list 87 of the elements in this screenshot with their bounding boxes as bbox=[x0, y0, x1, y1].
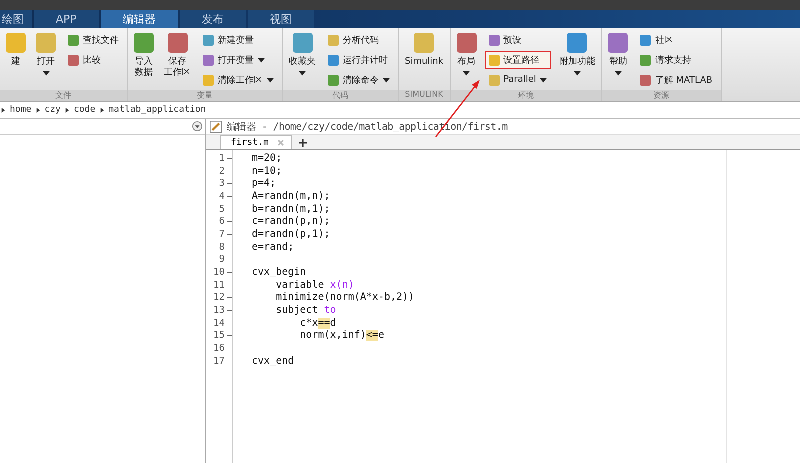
breadcrumb-item[interactable]: matlab_application bbox=[108, 105, 206, 115]
ribbon-button[interactable]: 打开 bbox=[34, 31, 58, 78]
caret-icon bbox=[614, 71, 622, 76]
caret-icon bbox=[540, 78, 548, 82]
code-line: d=randn(p,1); bbox=[252, 228, 330, 240]
code-line: m=20; bbox=[252, 152, 282, 164]
ribbon-tab[interactable]: 视图 bbox=[248, 10, 314, 28]
caret-icon bbox=[574, 71, 581, 76]
code-line: b=randn(m,1); bbox=[252, 204, 330, 215]
file-tab[interactable]: first.m bbox=[220, 135, 292, 149]
breadcrumb-item[interactable]: code bbox=[74, 105, 96, 115]
caret-icon bbox=[42, 71, 50, 76]
line-number: 9 bbox=[218, 254, 226, 266]
line-number: 15 bbox=[206, 330, 233, 342]
group-label: SIMULINK bbox=[399, 90, 450, 101]
ribbon-tab[interactable]: 编辑器 bbox=[100, 10, 178, 28]
chevron-icon bbox=[1, 106, 6, 114]
line-number: 7 bbox=[206, 228, 233, 240]
line-number: 10 bbox=[206, 267, 233, 278]
ribbon-button[interactable]: Parallel bbox=[484, 71, 552, 89]
line-number: 4 bbox=[206, 190, 233, 202]
ribbon-button[interactable]: 帮助 bbox=[606, 31, 630, 78]
ribbon-button[interactable]: 保存 工作区 bbox=[162, 31, 193, 81]
code-line: cvx_end bbox=[252, 356, 294, 367]
chevron-icon bbox=[64, 106, 70, 114]
ribbon-button[interactable]: 了解 MATLAB bbox=[636, 71, 717, 89]
group-label: 环境 bbox=[450, 90, 602, 101]
ribbon-button[interactable]: 运行并计时 bbox=[324, 51, 394, 69]
group-label: 文件 bbox=[0, 90, 127, 101]
ribbon-button[interactable]: 布局 bbox=[454, 31, 479, 78]
line-number: 14 bbox=[212, 318, 226, 329]
code-line: minimize(norm(A*x-b,2)) bbox=[275, 292, 415, 304]
code-line: c*x==d bbox=[299, 318, 336, 329]
ribbon-tab[interactable]: 发布 bbox=[180, 10, 246, 28]
ribbon-button[interactable]: Simulink bbox=[403, 31, 446, 70]
breadcrumb-item[interactable]: czy bbox=[44, 105, 61, 115]
ribbon-button[interactable]: 查找文件 bbox=[64, 31, 123, 49]
dropdown-icon[interactable] bbox=[192, 121, 203, 132]
add-tab-icon[interactable] bbox=[298, 138, 308, 148]
ribbon-button[interactable]: 清除工作区 bbox=[199, 71, 278, 89]
code-line: p=4; bbox=[252, 178, 276, 190]
ribbon-button[interactable]: 打开变量 bbox=[199, 51, 278, 69]
chevron-icon bbox=[36, 106, 41, 114]
ribbon-button[interactable]: 分析代码 bbox=[324, 31, 394, 49]
ribbon-button[interactable]: 预设 bbox=[484, 31, 552, 49]
line-number: 13 bbox=[206, 305, 233, 316]
code-line: A=randn(m,n); bbox=[252, 190, 330, 202]
code-line: n=10; bbox=[252, 166, 282, 177]
code-line: c=randn(p,n); bbox=[252, 216, 330, 228]
pencil-icon bbox=[210, 120, 222, 132]
group-label: 代码 bbox=[283, 90, 398, 101]
ribbon-button[interactable]: 导入 数据 bbox=[132, 31, 156, 81]
line-number: 1 bbox=[206, 152, 233, 164]
code-line: norm(x,inf)<=e bbox=[299, 330, 384, 342]
line-number: 8 bbox=[218, 242, 226, 253]
line-number: 12 bbox=[206, 292, 233, 304]
ribbon-button[interactable]: 设置路径 bbox=[484, 51, 552, 69]
ribbon-button[interactable]: 社区 bbox=[636, 31, 717, 49]
line-number: 3 bbox=[206, 178, 233, 190]
line-number: 11 bbox=[212, 280, 226, 291]
ribbon-button[interactable]: 附加功能 bbox=[557, 31, 598, 78]
ribbon-button[interactable]: 清除命令 bbox=[324, 71, 394, 89]
ribbon-tab[interactable]: APP bbox=[34, 10, 99, 28]
caret-icon bbox=[463, 71, 470, 76]
ribbon-button[interactable]: 收藏夹 bbox=[287, 31, 318, 78]
breadcrumb-item[interactable]: home bbox=[10, 105, 32, 115]
code-line: variable x(n) bbox=[275, 280, 354, 291]
line-number: 16 bbox=[212, 343, 226, 354]
group-label: 资源 bbox=[602, 90, 721, 101]
ribbon-button[interactable]: 比较 bbox=[64, 51, 123, 69]
ribbon-button[interactable]: 请求支持 bbox=[636, 51, 717, 69]
line-number: 5 bbox=[218, 204, 226, 215]
line-number: 6 bbox=[206, 216, 233, 228]
code-line: e=rand; bbox=[252, 242, 294, 253]
group-label: 变量 bbox=[128, 90, 282, 101]
caret-icon bbox=[299, 71, 306, 76]
line-number: 17 bbox=[212, 356, 226, 367]
code-line: cvx_begin bbox=[252, 267, 306, 278]
chevron-icon bbox=[100, 106, 105, 114]
line-number: 2 bbox=[218, 166, 226, 177]
ribbon-button[interactable]: 建 bbox=[4, 31, 28, 70]
caret-icon bbox=[383, 78, 390, 82]
ribbon-tab[interactable]: 绘图 bbox=[0, 10, 32, 28]
ribbon-button[interactable]: 新建变量 bbox=[199, 31, 278, 49]
code-line: subject to bbox=[275, 305, 336, 316]
caret-icon bbox=[258, 58, 265, 62]
caret-icon bbox=[267, 78, 274, 82]
